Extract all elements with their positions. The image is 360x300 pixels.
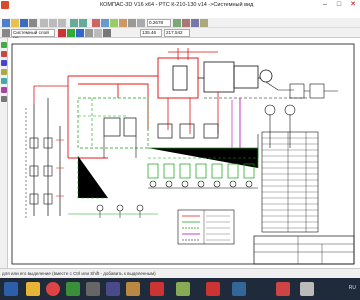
open-folder-icon[interactable] [11, 19, 19, 27]
left-heaters [25, 98, 64, 218]
snap-icon[interactable] [58, 29, 66, 37]
app-gray-icon[interactable] [86, 282, 100, 296]
zoom-in-icon[interactable] [173, 19, 181, 27]
save-icon[interactable] [20, 19, 28, 27]
file-explorer-icon[interactable] [26, 282, 40, 296]
app-red-icon[interactable] [276, 282, 290, 296]
maximize-button[interactable]: □ [332, 0, 346, 9]
grid-icon[interactable] [67, 29, 75, 37]
legend-table [177, 209, 235, 245]
tool-c-icon[interactable] [110, 19, 118, 27]
new-document-icon[interactable] [2, 19, 10, 27]
undo-icon[interactable] [70, 19, 78, 27]
print-icon[interactable] [29, 19, 37, 27]
kompas-task-icon-2[interactable] [206, 282, 220, 296]
edit-icon[interactable] [1, 69, 7, 75]
ortho-icon[interactable] [76, 29, 84, 37]
app-orange-icon[interactable] [126, 282, 140, 296]
drawing-canvas[interactable] [8, 38, 360, 268]
pump-row [147, 163, 258, 189]
zoom-out-icon[interactable] [182, 19, 190, 27]
app-lime-icon[interactable] [176, 282, 190, 296]
coord-y-field[interactable]: 217.542 [164, 29, 190, 37]
copy-icon[interactable] [49, 19, 57, 27]
tool-e-icon[interactable] [128, 19, 136, 27]
tool-b-icon[interactable] [101, 19, 109, 27]
pan-icon[interactable] [200, 19, 208, 27]
language-indicator[interactable]: RU [349, 285, 356, 291]
geometry-icon[interactable] [1, 42, 7, 48]
minimize-button[interactable]: – [318, 0, 332, 9]
drawing-scheme [11, 43, 355, 265]
kompas-app-icon[interactable] [1, 1, 9, 9]
cursor-icon[interactable] [103, 29, 111, 37]
measure-icon[interactable] [1, 87, 7, 93]
title-block [253, 235, 355, 265]
app-green-icon[interactable] [66, 282, 80, 296]
cut-icon[interactable] [40, 19, 48, 27]
redo-icon[interactable] [79, 19, 87, 27]
status-bar: для или его выделение (вместе с Ctrl или… [0, 268, 360, 278]
lower-pumps [68, 204, 158, 218]
menu-bar: айл Инструменты Спецификация Сервис Окно… [0, 10, 360, 24]
layer-icon[interactable] [2, 29, 10, 37]
zoom-fit-icon[interactable] [191, 19, 199, 27]
compact-panel [0, 38, 8, 268]
generator-block [257, 81, 338, 158]
app-blue-icon[interactable] [106, 282, 120, 296]
start-icon[interactable] [4, 282, 18, 296]
designations-icon[interactable] [1, 60, 7, 66]
window-title: КОМПАС-3D V16 x64 - РТС К-210-130 v14 ->… [100, 2, 254, 8]
title-bar: КОМПАС-3D V16 x64 - РТС К-210-130 v14 ->… [0, 0, 360, 10]
local-cs-icon[interactable] [85, 29, 93, 37]
tool-d-icon[interactable] [119, 19, 127, 27]
turbine-block [157, 48, 308, 134]
app-navy-icon[interactable] [232, 282, 246, 296]
kompas-task-icon[interactable] [150, 282, 164, 296]
standard-toolbar: 0.2678 [0, 18, 360, 28]
parametrize-icon[interactable] [1, 78, 7, 84]
taskbar: RU [0, 278, 360, 300]
step-icon[interactable] [94, 29, 102, 37]
tool-f-icon[interactable] [137, 19, 145, 27]
paste-icon[interactable] [58, 19, 66, 27]
select-icon[interactable] [1, 96, 7, 102]
zoom-field[interactable]: 0.2678 [147, 19, 171, 27]
dimensions-icon[interactable] [1, 51, 7, 57]
close-button[interactable]: ✕ [346, 0, 360, 9]
tool-a-icon[interactable] [92, 19, 100, 27]
chrome-icon[interactable] [46, 282, 60, 296]
current-state-toolbar: Системный слой (0) 135.46 217.542 [0, 28, 360, 41]
layer-select[interactable]: Системный слой (0) [11, 29, 55, 41]
coord-x-field[interactable]: 135.46 [140, 29, 162, 37]
app-silver-icon[interactable] [300, 282, 314, 296]
